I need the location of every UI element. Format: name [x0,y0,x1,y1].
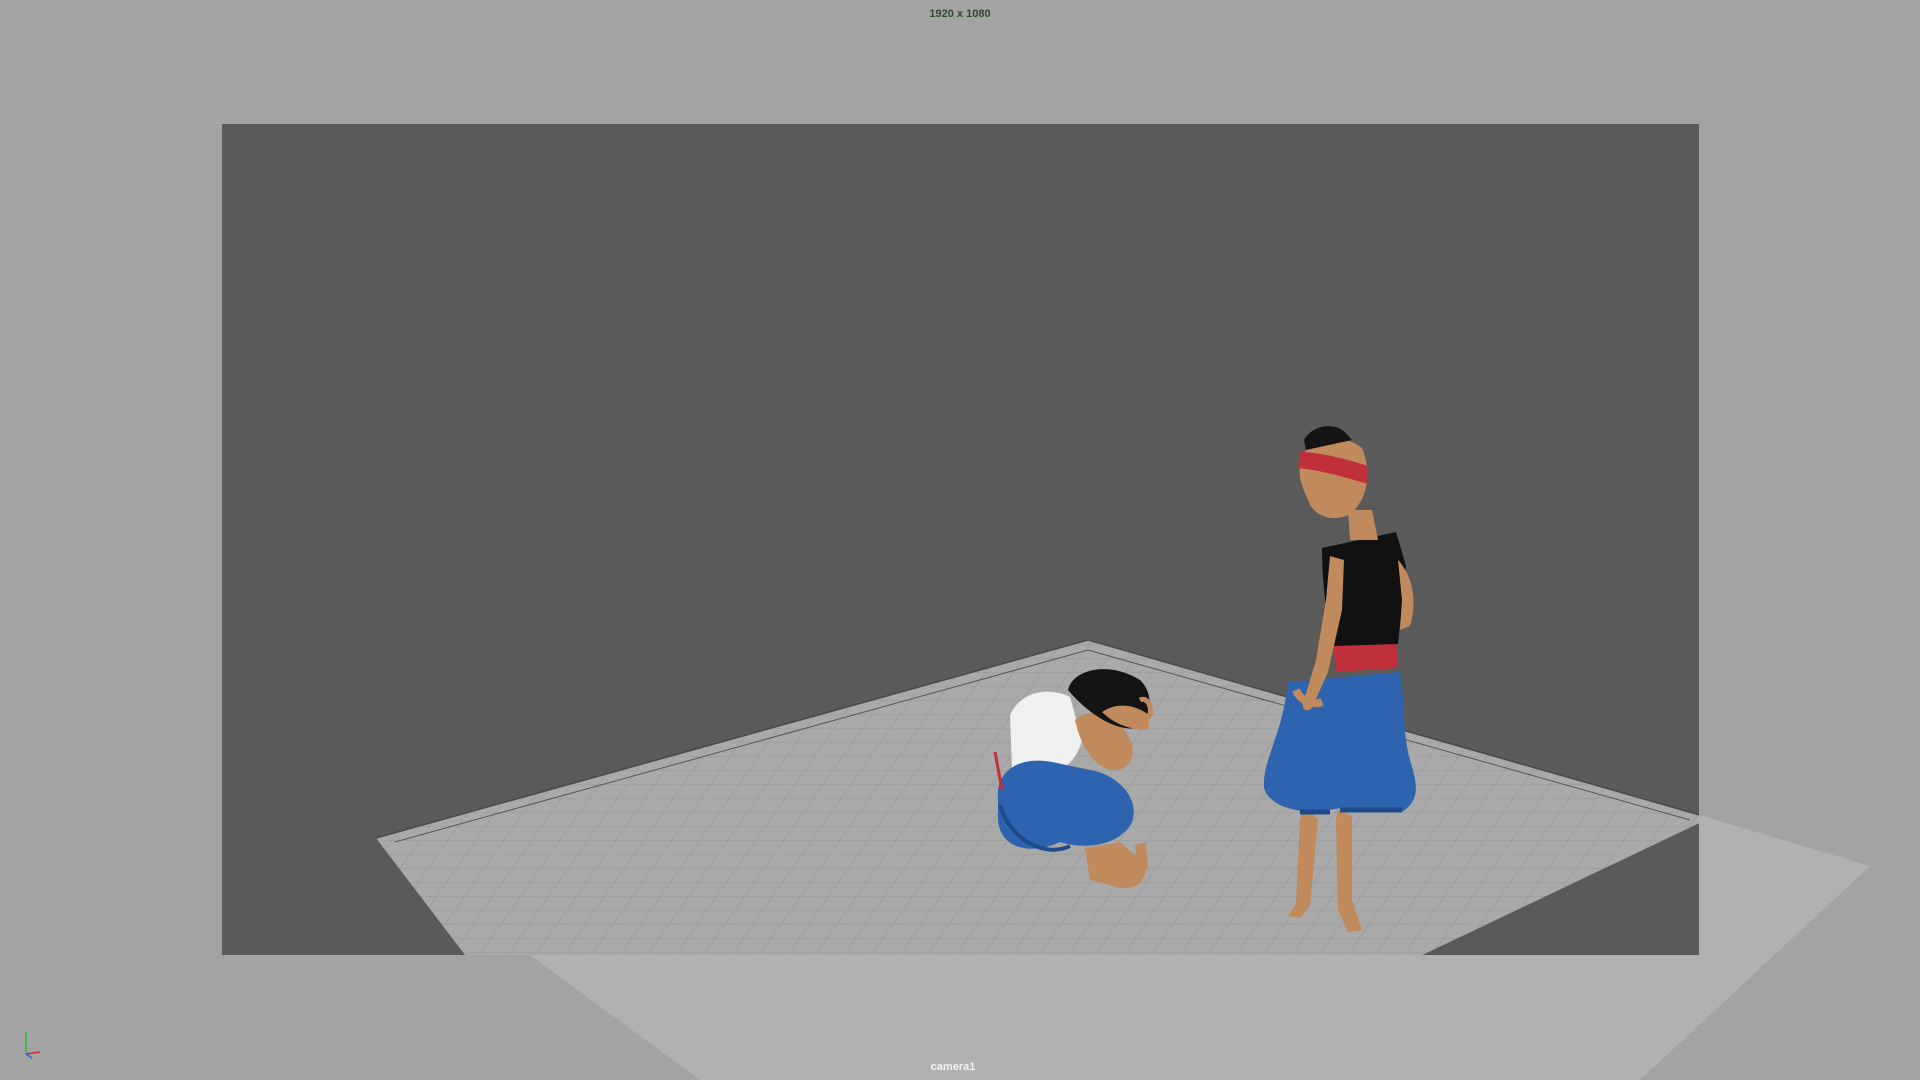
3d-viewport[interactable] [0,0,1920,1080]
xyz-axis-icon [25,1032,41,1059]
camera-name-label: camera1 [930,1061,976,1073]
